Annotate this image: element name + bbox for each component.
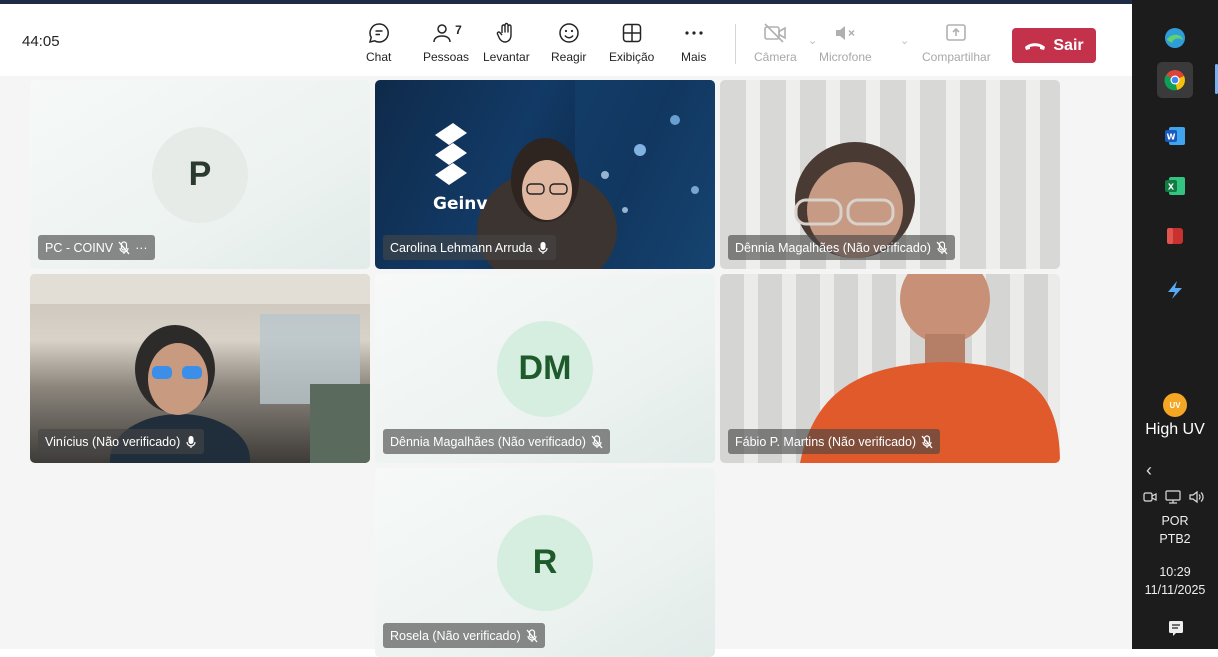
view-label: Exibição [609,50,655,64]
camera-off-icon [762,20,788,46]
windows-taskbar: W X UV High UV ‹ POR PTB2 10:29 11/11/20… [1132,0,1218,649]
raise-hand-icon [494,20,518,46]
taskbar-app-blue[interactable] [1157,272,1193,308]
camera-options-chevron-icon[interactable]: ⌄ [808,34,817,47]
volume-icon[interactable] [1188,489,1206,505]
leave-label: Sair [1053,36,1084,54]
avatar: DM [497,320,593,417]
raise-hand-label: Levantar [483,50,530,64]
avatar: R [497,514,593,611]
participant-nametag: Vinícius (Não verificado) [38,429,205,454]
taskbar-app-chrome[interactable] [1157,62,1193,98]
participant-nametag: Dênnia Magalhães (Não verificado) [728,235,955,260]
more-label: Mais [681,50,707,64]
participant-video-tile[interactable]: Geinv Carolina Lehmann Arruda [375,80,715,269]
clock-time[interactable]: 10:29 [1132,565,1218,579]
grid-view-icon [620,20,644,46]
emoji-icon [557,20,581,46]
participant-name: Rosela (Não verificado) [390,628,521,643]
keyboard-layout[interactable]: PTB2 [1132,532,1218,546]
participant-nametag: Carolina Lehmann Arruda [383,235,557,260]
react-button[interactable]: Reagir [551,20,586,72]
camera-label: Câmera [754,50,797,64]
share-button[interactable]: Compartilhar [922,20,991,72]
mic-button[interactable]: Microfone [819,20,872,72]
taskbar-app-edge[interactable] [1157,20,1193,56]
mic-muted-icon [921,434,933,449]
network-icon[interactable] [1164,489,1182,505]
taskbar-app-excel[interactable]: X [1157,168,1193,204]
word-icon: W [1165,127,1185,145]
chrome-icon [1164,70,1185,91]
mic-muted-icon [591,434,603,449]
participant-tile[interactable]: DM Dênnia Magalhães (Não verificado) [375,274,715,463]
weather-text: High UV [1145,421,1205,438]
notifications-icon[interactable] [1167,619,1185,642]
svg-text:W: W [1167,133,1176,142]
chat-button[interactable]: Chat [366,20,391,72]
participant-video-tile[interactable]: Dênnia Magalhães (Não verificado) [720,80,1060,269]
participant-tile[interactable]: P PC - COINV ··· [30,80,370,269]
mic-label: Microfone [819,50,872,64]
toolbar-divider [735,24,736,64]
people-button[interactable]: 7 Pessoas [423,20,469,72]
taskbar-app-red[interactable] [1157,218,1193,254]
chat-label: Chat [366,50,392,64]
raise-hand-button[interactable]: Levantar [483,20,530,72]
input-language[interactable]: POR [1132,514,1218,528]
participant-name: PC - COINV [45,240,114,255]
system-tray-icons [1142,489,1206,505]
participant-name: Dênnia Magalhães (Não verificado) [735,240,931,255]
react-label: Reagir [551,50,587,64]
company-logo-text: Geinv [433,194,488,214]
weather-widget[interactable]: UV High UV [1132,393,1218,439]
camera-in-use-icon[interactable] [1142,489,1158,505]
more-button[interactable]: Mais [681,20,706,72]
camera-button[interactable]: Câmera [754,20,797,72]
mic-options-chevron-icon[interactable]: ⌄ [900,34,909,47]
tray-expand-chevron-icon[interactable]: ‹ [1146,460,1152,481]
meeting-timer: 44:05 [22,33,60,50]
people-count: 7 [455,23,462,37]
participant-nametag: PC - COINV ··· [38,235,155,260]
participant-nametag: Dênnia Magalhães (Não verificado) [383,429,610,454]
participant-name: Fábio P. Martins (Não verificado) [735,434,917,449]
speaker-muted-icon [832,20,858,46]
meeting-toolbar: 44:05 Chat 7 Pessoas Levantar Reagir Exi… [0,4,1132,76]
mic-on-icon [185,435,197,449]
app-blue-icon [1168,281,1182,299]
leave-button[interactable]: Sair [1012,28,1096,63]
phone-hangup-icon [1025,42,1046,50]
share-screen-icon [944,20,968,46]
video-stage: P PC - COINV ··· Geinv Carolina Lehmann … [0,76,1132,657]
participant-name: Vinícius (Não verificado) [45,434,181,449]
edge-icon [1165,28,1185,48]
people-label: Pessoas [423,50,470,64]
participant-name: Carolina Lehmann Arruda [390,240,533,255]
view-button[interactable]: Exibição [609,20,654,72]
participant-tile[interactable]: R Rosela (Não verificado) [375,468,715,657]
mic-on-icon [537,241,549,255]
excel-icon: X [1165,177,1185,195]
participant-name: Dênnia Magalhães (Não verificado) [390,434,586,449]
avatar: P [152,126,248,223]
participant-nametag: Rosela (Não verificado) [383,623,545,648]
mic-muted-icon [936,240,948,255]
participant-nametag: Fábio P. Martins (Não verificado) [728,429,941,454]
chat-icon [367,20,391,46]
share-label: Compartilhar [922,50,991,64]
participant-more-options[interactable]: ··· [135,241,148,255]
app-red-icon [1167,228,1183,244]
participant-video-tile[interactable]: Fábio P. Martins (Não verificado) [720,274,1060,463]
people-icon: 7 [430,20,462,46]
mic-muted-icon [526,628,538,643]
svg-text:X: X [1168,183,1175,192]
participant-video-tile[interactable]: Vinícius (Não verificado) [30,274,370,463]
mic-muted-icon [118,240,130,255]
weather-uv-icon: UV [1163,393,1187,417]
taskbar-app-word[interactable]: W [1157,118,1193,154]
more-icon [682,20,706,46]
clock-date[interactable]: 11/11/2025 [1132,583,1218,597]
